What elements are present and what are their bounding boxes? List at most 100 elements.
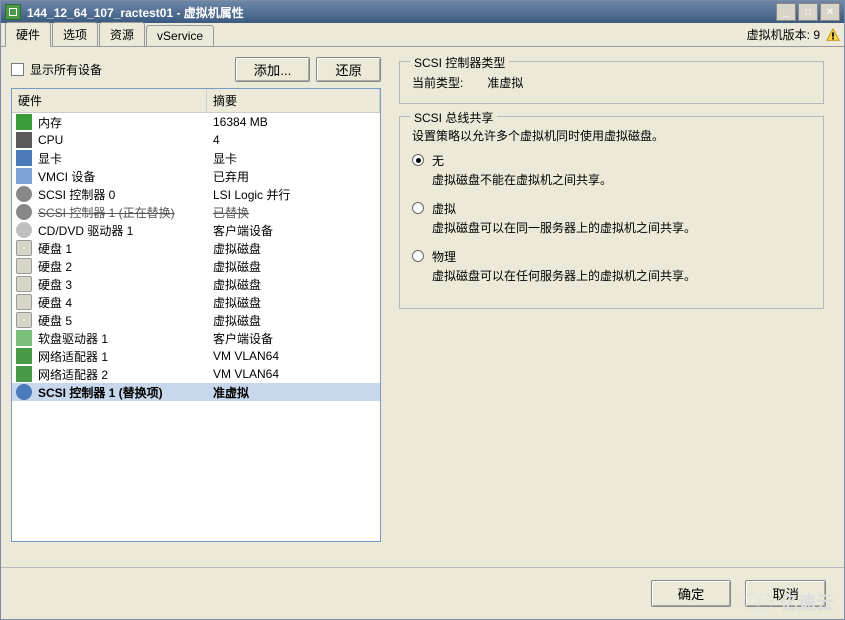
ok-button[interactable]: 确定 xyxy=(651,580,732,607)
radio-button[interactable] xyxy=(412,250,424,262)
dialog-footer: 确定 取消 xyxy=(1,567,844,619)
hardware-name: 网络适配器 1 xyxy=(38,348,213,365)
disk-icon xyxy=(16,276,32,292)
radio-text: 物理虚拟磁盘可以在任何服务器上的虚拟机之间共享。 xyxy=(432,248,811,284)
hardware-row[interactable]: 硬盘 5虚拟磁盘 xyxy=(12,311,380,329)
cpu-icon xyxy=(16,132,32,148)
hardware-name: 显卡 xyxy=(38,150,213,167)
add-button[interactable]: 添加... xyxy=(235,57,311,82)
hardware-row[interactable]: SCSI 控制器 0LSI Logic 并行 xyxy=(12,185,380,203)
hardware-summary: VM VLAN64 xyxy=(213,349,376,363)
hardware-summary: 准虚拟 xyxy=(213,384,376,401)
hardware-row[interactable]: 硬盘 3虚拟磁盘 xyxy=(12,275,380,293)
hardware-row[interactable]: SCSI 控制器 1 (替换项)准虚拟 xyxy=(12,383,380,401)
disk-icon xyxy=(16,240,32,256)
tab-hardware[interactable]: 硬件 xyxy=(5,22,51,47)
vm-version-label: 虚拟机版本: 9 xyxy=(747,26,820,43)
radio-desc: 虚拟磁盘不能在虚拟机之间共享。 xyxy=(432,171,811,188)
disk-icon xyxy=(16,294,32,310)
hardware-summary: 虚拟磁盘 xyxy=(213,312,376,329)
hardware-name: SCSI 控制器 1 (替换项) xyxy=(38,384,213,401)
hardware-row[interactable]: 网络适配器 2VM VLAN64 xyxy=(12,365,380,383)
radio-button[interactable] xyxy=(412,154,424,166)
hardware-name: CD/DVD 驱动器 1 xyxy=(38,222,213,239)
hardware-summary: 4 xyxy=(213,133,376,147)
cd-icon xyxy=(16,222,32,238)
left-panel: 显示所有设备 添加... 还原 硬件 摘要 内存16384 MBCPU4显卡显卡… xyxy=(11,57,381,542)
nic-icon xyxy=(16,366,32,382)
hardware-row[interactable]: CD/DVD 驱动器 1客户端设备 xyxy=(12,221,380,239)
hardware-summary: 虚拟磁盘 xyxy=(213,258,376,275)
hardware-summary: 已弃用 xyxy=(213,168,376,185)
hardware-row[interactable]: SCSI 控制器 1 (正在替换)已替换 xyxy=(12,203,380,221)
hardware-row[interactable]: CPU4 xyxy=(12,131,380,149)
vm-properties-window: 144_12_64_107_ractest01 - 虚拟机属性 _ □ ✕ 硬件… xyxy=(0,0,845,620)
disk-icon xyxy=(16,312,32,328)
show-all-checkbox[interactable] xyxy=(11,63,24,76)
hardware-name: 硬盘 5 xyxy=(38,312,213,329)
minimize-button[interactable]: _ xyxy=(776,3,796,21)
top-controls: 显示所有设备 添加... 还原 xyxy=(11,57,381,82)
content-area: 显示所有设备 添加... 还原 硬件 摘要 内存16384 MBCPU4显卡显卡… xyxy=(1,47,844,552)
hardware-summary: 虚拟磁盘 xyxy=(213,294,376,311)
window-title: 144_12_64_107_ractest01 - 虚拟机属性 xyxy=(27,4,776,21)
scsi-icon xyxy=(16,384,32,400)
hardware-name: 硬盘 3 xyxy=(38,276,213,293)
bus-sharing-radio-group: 无虚拟磁盘不能在虚拟机之间共享。虚拟虚拟磁盘可以在同一服务器上的虚拟机之间共享。… xyxy=(412,152,811,284)
hardware-summary: LSI Logic 并行 xyxy=(213,186,376,203)
hardware-name: 硬盘 1 xyxy=(38,240,213,257)
warning-icon xyxy=(826,28,840,42)
radio-label: 虚拟 xyxy=(432,200,811,217)
nic-icon xyxy=(16,348,32,364)
hardware-summary: 虚拟磁盘 xyxy=(213,276,376,293)
bus-sharing-option: 无虚拟磁盘不能在虚拟机之间共享。 xyxy=(412,152,811,188)
maximize-button[interactable]: □ xyxy=(798,3,818,21)
hardware-row[interactable]: 软盘驱动器 1客户端设备 xyxy=(12,329,380,347)
col-summary[interactable]: 摘要 xyxy=(207,89,380,112)
floppy-icon xyxy=(16,330,32,346)
radio-label: 无 xyxy=(432,152,811,169)
hardware-summary: 已替换 xyxy=(213,204,376,221)
hardware-row[interactable]: 硬盘 2虚拟磁盘 xyxy=(12,257,380,275)
hardware-summary: 客户端设备 xyxy=(213,222,376,239)
radio-desc: 虚拟磁盘可以在同一服务器上的虚拟机之间共享。 xyxy=(432,219,811,236)
hardware-name: VMCI 设备 xyxy=(38,168,213,185)
bus-sharing-option: 虚拟虚拟磁盘可以在同一服务器上的虚拟机之间共享。 xyxy=(412,200,811,236)
radio-label: 物理 xyxy=(432,248,811,265)
cancel-button[interactable]: 取消 xyxy=(745,580,826,607)
hardware-summary: 16384 MB xyxy=(213,115,376,129)
bus-sharing-legend: SCSI 总线共享 xyxy=(410,109,497,126)
show-all-label: 显示所有设备 xyxy=(30,61,102,78)
hardware-summary: 虚拟磁盘 xyxy=(213,240,376,257)
bus-sharing-desc: 设置策略以允许多个虚拟机同时使用虚拟磁盘。 xyxy=(412,127,811,144)
hardware-name: 网络适配器 2 xyxy=(38,366,213,383)
hardware-row[interactable]: 内存16384 MB xyxy=(12,113,380,131)
hardware-row[interactable]: 网络适配器 1VM VLAN64 xyxy=(12,347,380,365)
hardware-row[interactable]: 硬盘 1虚拟磁盘 xyxy=(12,239,380,257)
hardware-name: 硬盘 4 xyxy=(38,294,213,311)
tab-vservice[interactable]: vService xyxy=(146,25,214,46)
hardware-list: 硬件 摘要 内存16384 MBCPU4显卡显卡VMCI 设备已弃用SCSI 控… xyxy=(11,88,381,542)
close-button[interactable]: ✕ xyxy=(820,3,840,21)
controller-type-legend: SCSI 控制器类型 xyxy=(410,54,509,71)
hardware-list-header: 硬件 摘要 xyxy=(12,89,380,113)
hardware-name: CPU xyxy=(38,133,213,147)
disk-icon xyxy=(16,258,32,274)
hardware-summary: 客户端设备 xyxy=(213,330,376,347)
scsi-bus-sharing-group: SCSI 总线共享 设置策略以允许多个虚拟机同时使用虚拟磁盘。 无虚拟磁盘不能在… xyxy=(399,116,824,309)
hardware-summary: 显卡 xyxy=(213,150,376,167)
hardware-row[interactable]: 硬盘 4虚拟磁盘 xyxy=(12,293,380,311)
tab-options[interactable]: 选项 xyxy=(52,22,98,46)
tab-resources[interactable]: 资源 xyxy=(99,22,145,46)
col-hardware[interactable]: 硬件 xyxy=(12,89,207,112)
radio-button[interactable] xyxy=(412,202,424,214)
hardware-summary: VM VLAN64 xyxy=(213,367,376,381)
hardware-name: SCSI 控制器 0 xyxy=(38,186,213,203)
memory-icon xyxy=(16,114,32,130)
current-type-value: 准虚拟 xyxy=(487,74,523,91)
hardware-row[interactable]: VMCI 设备已弃用 xyxy=(12,167,380,185)
restore-button[interactable]: 还原 xyxy=(316,57,381,82)
hardware-list-body[interactable]: 内存16384 MBCPU4显卡显卡VMCI 设备已弃用SCSI 控制器 0LS… xyxy=(12,113,380,541)
hardware-name: SCSI 控制器 1 (正在替换) xyxy=(38,204,213,221)
hardware-row[interactable]: 显卡显卡 xyxy=(12,149,380,167)
